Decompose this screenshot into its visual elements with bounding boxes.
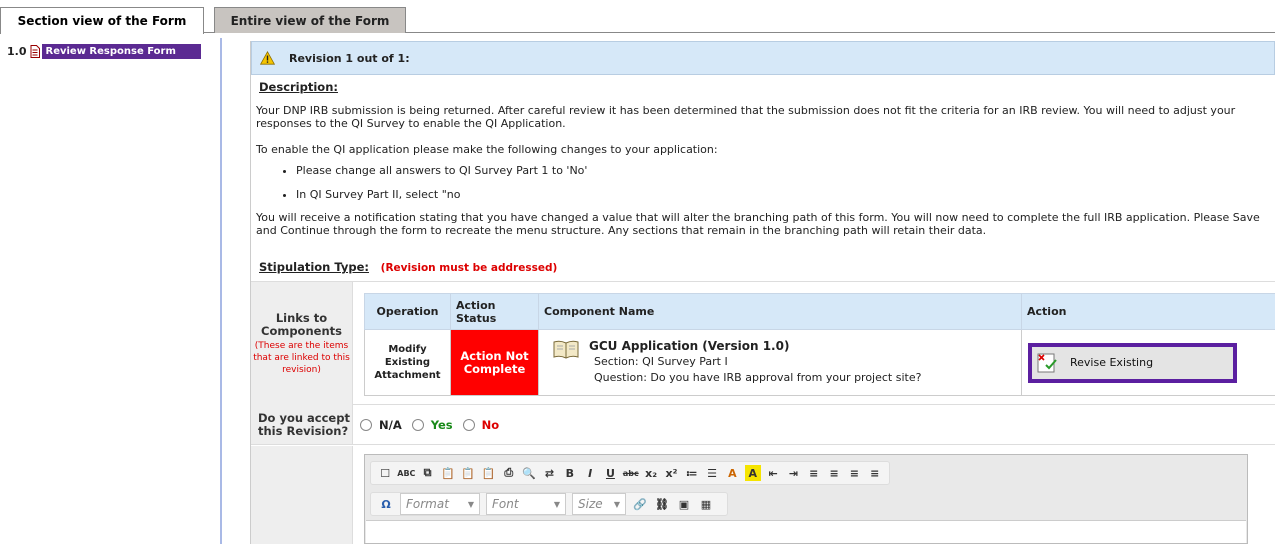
components-table: Operation Action Status Component Name A…	[364, 293, 1275, 396]
component-cell: GCU Application (Version 1.0) Section: Q…	[538, 329, 1022, 396]
component-section: Section: QI Survey Part I	[594, 355, 728, 368]
description-title: Description:	[259, 80, 338, 94]
radio-yes[interactable]	[411, 419, 424, 431]
links-label: Links to Components (These are the items…	[251, 282, 353, 405]
book-icon	[553, 340, 579, 359]
link-icon[interactable]: 🔗	[631, 496, 649, 512]
paste-icon[interactable]: 📋	[440, 465, 456, 481]
accept-label: Do you accept this Revision?	[251, 405, 353, 444]
header-action: Action	[1021, 293, 1275, 330]
superscript-icon[interactable]: x²	[663, 465, 679, 481]
links-row: Links to Components (These are the items…	[251, 281, 1275, 405]
accept-radio-group: N/A Yes No	[360, 418, 509, 432]
tree-item-number: 1.0	[7, 45, 27, 58]
radio-na[interactable]	[360, 419, 372, 431]
outdent-icon[interactable]: ⇤	[765, 465, 781, 481]
unlink-icon[interactable]: ⛓	[653, 496, 671, 512]
radio-no[interactable]	[462, 419, 475, 431]
tab-entire-view[interactable]: Entire view of the Form	[214, 7, 406, 33]
strikethrough-icon[interactable]: abc	[623, 465, 639, 481]
editor-toolbar-row-2: Ω Format ▼ Font ▼ Size ▼ 🔗 ⛓ ▣ ▦	[370, 492, 728, 516]
underline-icon[interactable]: U	[602, 465, 618, 481]
status-cell: Action Not Complete	[450, 329, 539, 396]
tree-item-review-response-form[interactable]: Review Response Form	[41, 44, 201, 59]
stipulation-value: (Revision must be addressed)	[380, 262, 558, 274]
subscript-icon[interactable]: x₂	[643, 465, 659, 481]
editor-text-area[interactable]	[366, 520, 1246, 543]
editor-toolbar-row-1: ☐ ABC ⧉ 📋 📋 📋 ⎙ 🔍 ⇄ B I U abc x₂ x² ≔ ☰ …	[370, 461, 890, 485]
align-center-icon[interactable]: ≡	[826, 465, 842, 481]
header-operation: Operation	[364, 293, 451, 330]
chevron-down-icon: ▼	[613, 499, 620, 509]
radio-no-label: No	[481, 418, 500, 432]
action-cell: Revise Existing	[1021, 329, 1275, 396]
text-color-icon[interactable]: A	[724, 465, 740, 481]
panel-divider	[220, 38, 222, 544]
table-row: Modify Existing Attachment Action Not Co…	[364, 329, 1275, 396]
accept-row: Do you accept this Revision? N/A Yes No	[251, 405, 1275, 445]
document-icon	[30, 45, 40, 58]
image-icon[interactable]: ▣	[675, 496, 693, 512]
font-select-label: Font	[492, 497, 519, 511]
revision-content: Description: Your DNP IRB submission is …	[251, 81, 1275, 275]
header-action-status: Action Status	[450, 293, 539, 330]
format-select-label: Format	[406, 497, 449, 511]
indent-icon[interactable]: ⇥	[785, 465, 801, 481]
format-select[interactable]: Format ▼	[400, 493, 480, 515]
bullet-list-icon[interactable]: ☰	[704, 465, 720, 481]
align-right-icon[interactable]: ≡	[846, 465, 862, 481]
rich-text-editor: ☐ ABC ⧉ 📋 📋 📋 ⎙ 🔍 ⇄ B I U abc x₂ x² ≔ ☰ …	[364, 454, 1248, 544]
copy-icon[interactable]: ⧉	[419, 465, 435, 481]
operation-cell: Modify Existing Attachment	[364, 329, 451, 396]
table-icon[interactable]: ▦	[697, 496, 715, 512]
print-icon[interactable]: ⎙	[501, 465, 517, 481]
align-left-icon[interactable]: ≡	[806, 465, 822, 481]
new-page-icon[interactable]: ☐	[377, 465, 393, 481]
tab-bar: Section view of the Form Entire view of …	[0, 0, 1275, 34]
stipulation: Stipulation Type: (Revision must be addr…	[259, 261, 1271, 275]
description-paragraph-3: You will receive a notification stating …	[256, 211, 1260, 237]
justify-icon[interactable]: ≡	[867, 465, 883, 481]
numbered-list-icon[interactable]: ≔	[684, 465, 700, 481]
spellcheck-icon[interactable]: ABC	[397, 465, 415, 481]
revision-header-text: Revision 1 out of 1:	[289, 51, 410, 65]
links-title: Links to Components	[261, 311, 342, 338]
font-select[interactable]: Font ▼	[486, 493, 566, 515]
description-paragraph-1: Your DNP IRB submission is being returne…	[256, 104, 1236, 130]
size-select[interactable]: Size ▼	[572, 493, 626, 515]
find-icon[interactable]: 🔍	[521, 465, 537, 481]
component-question: Question: Do you have IRB approval from …	[594, 371, 922, 384]
header-component-name: Component Name	[538, 293, 1022, 330]
paste-word-icon[interactable]: 📋	[480, 465, 496, 481]
list-item: Please change all answers to QI Survey P…	[296, 164, 1271, 177]
tab-section-view[interactable]: Section view of the Form	[0, 7, 204, 34]
changes-list: Please change all answers to QI Survey P…	[256, 164, 1271, 201]
bold-icon[interactable]: B	[562, 465, 578, 481]
revision-header: Revision 1 out of 1:	[251, 41, 1275, 75]
radio-yes-label: Yes	[430, 418, 453, 432]
italic-icon[interactable]: I	[582, 465, 598, 481]
special-char-icon[interactable]: Ω	[377, 496, 395, 512]
chevron-down-icon: ▼	[467, 499, 474, 509]
revise-existing-button[interactable]: Revise Existing	[1028, 342, 1237, 383]
main-panel: Revision 1 out of 1: Description: Your D…	[250, 41, 1275, 544]
list-item: In QI Survey Part II, select "no	[296, 188, 1271, 201]
description-paragraph-2: To enable the QI application please make…	[256, 143, 718, 156]
radio-na-label: N/A	[379, 418, 402, 432]
stipulation-label: Stipulation Type:	[259, 260, 369, 274]
form-tree: 1.0 Review Response Form	[7, 44, 201, 59]
links-subtitle: (These are the items that are linked to …	[253, 341, 350, 375]
editor-row: ☐ ABC ⧉ 📋 📋 📋 ⎙ 🔍 ⇄ B I U abc x₂ x² ≔ ☰ …	[251, 446, 1275, 544]
paste-text-icon[interactable]: 📋	[460, 465, 476, 481]
background-color-icon[interactable]: A	[744, 465, 761, 481]
warning-icon	[260, 51, 275, 65]
replace-icon[interactable]: ⇄	[541, 465, 557, 481]
revise-document-icon	[1037, 353, 1057, 372]
size-select-label: Size	[578, 497, 603, 511]
editor-label	[251, 446, 353, 544]
revise-existing-label: Revise Existing	[1070, 356, 1154, 369]
chevron-down-icon: ▼	[553, 499, 560, 509]
